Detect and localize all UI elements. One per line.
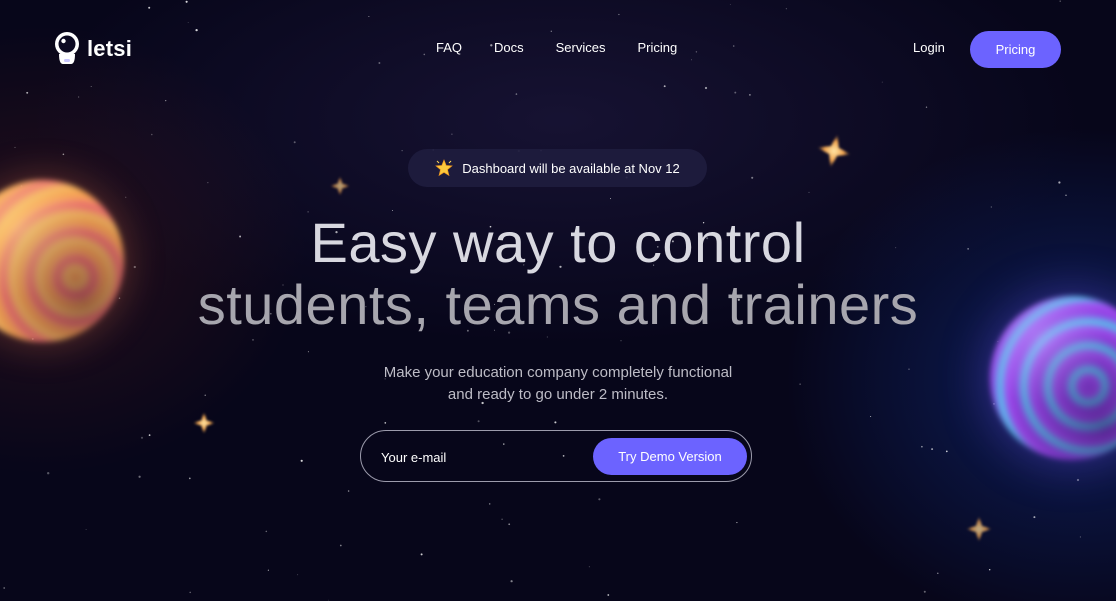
star-dot xyxy=(125,196,127,198)
star-dot xyxy=(138,475,141,478)
login-link[interactable]: Login xyxy=(913,40,945,55)
star-dot xyxy=(870,415,872,418)
sparkle-icon xyxy=(814,131,854,171)
star-dot xyxy=(1065,194,1067,197)
star-dot xyxy=(451,133,453,135)
nav-link-docs[interactable]: Docs xyxy=(494,40,524,55)
star-dot xyxy=(85,529,87,530)
star-dot xyxy=(598,498,601,501)
star-dot xyxy=(384,422,387,424)
star-dot xyxy=(609,198,612,200)
star-dot xyxy=(297,574,299,576)
astronaut-logo-icon xyxy=(55,32,79,64)
star-dot xyxy=(252,339,254,341)
star-dot xyxy=(151,133,153,136)
star-dot xyxy=(751,176,754,179)
star-dot xyxy=(945,450,948,453)
announcement-text: Dashboard will be available at Nov 12 xyxy=(462,160,680,176)
top-navigation: letsi FAQ Docs Services Pricing Login Pr… xyxy=(0,0,1116,98)
star-dot xyxy=(588,566,590,568)
star-dot xyxy=(488,503,491,505)
star-dot xyxy=(937,572,939,575)
star-dot xyxy=(501,518,503,520)
pricing-button[interactable]: Pricing xyxy=(970,31,1061,68)
hero-headline: Easy way to control students, teams and … xyxy=(0,212,1116,336)
star-dot xyxy=(347,490,350,492)
email-input[interactable] xyxy=(379,443,583,471)
star-emoji-icon xyxy=(435,159,454,177)
star-dot xyxy=(1079,536,1081,538)
star-dot xyxy=(1076,478,1080,482)
star-dot xyxy=(148,434,151,436)
hero-subtitle-line-2: and ready to go under 2 minutes. xyxy=(447,386,669,403)
star-dot xyxy=(808,191,810,193)
star-dot xyxy=(14,146,16,148)
star-dot xyxy=(62,153,65,156)
landing-page: letsi FAQ Docs Services Pricing Login Pr… xyxy=(0,0,1116,601)
logo[interactable]: letsi xyxy=(53,31,132,67)
star-dot xyxy=(736,522,738,524)
star-dot xyxy=(988,568,991,571)
star-dot xyxy=(207,182,209,184)
star-dot xyxy=(165,99,167,102)
star-dot xyxy=(267,569,269,571)
star-dot xyxy=(339,544,342,547)
star-dot xyxy=(477,420,480,423)
star-dot xyxy=(925,106,928,108)
star-dot xyxy=(300,459,303,462)
try-demo-button[interactable]: Try Demo Version xyxy=(593,438,747,475)
star-dot xyxy=(510,580,513,583)
nav-links: FAQ Docs Services Pricing xyxy=(420,40,709,55)
star-dot xyxy=(1033,516,1036,519)
star-dot xyxy=(265,530,268,533)
announcement-badge[interactable]: Dashboard will be available at Nov 12 xyxy=(408,149,707,187)
star-dot xyxy=(1058,181,1061,184)
star-dot xyxy=(607,594,610,596)
star-dot xyxy=(546,336,548,338)
star-dot xyxy=(554,421,557,424)
star-dot xyxy=(620,340,622,342)
star-dot xyxy=(307,351,309,353)
star-dot xyxy=(921,445,923,448)
nav-link-faq[interactable]: FAQ xyxy=(436,40,462,55)
sparkle-icon xyxy=(193,412,215,434)
star-dot xyxy=(420,553,423,556)
star-dot xyxy=(188,477,191,480)
nav-link-services[interactable]: Services xyxy=(556,40,606,55)
star-dot xyxy=(328,599,330,601)
email-signup-form: Try Demo Version xyxy=(360,430,752,482)
star-dot xyxy=(401,150,403,152)
sparkle-icon xyxy=(330,176,350,196)
hero-subtitle: Make your education company completely f… xyxy=(0,362,1116,406)
logo-text: letsi xyxy=(87,36,133,61)
star-dot xyxy=(931,448,934,451)
hero-headline-line-1: Easy way to control xyxy=(310,211,806,274)
nav-link-pricing[interactable]: Pricing xyxy=(638,40,678,55)
hero-headline-line-2: students, teams and trainers xyxy=(197,273,919,336)
star-dot xyxy=(293,141,296,144)
star-dot xyxy=(508,523,511,526)
star-dot xyxy=(990,206,992,208)
star-dot xyxy=(189,591,191,594)
star-dot xyxy=(140,436,144,439)
sparkle-icon xyxy=(966,516,992,542)
star-dot xyxy=(3,587,6,589)
star-dot xyxy=(47,472,50,475)
hero-subtitle-line-1: Make your education company completely f… xyxy=(383,364,733,381)
star-dot xyxy=(923,590,926,593)
